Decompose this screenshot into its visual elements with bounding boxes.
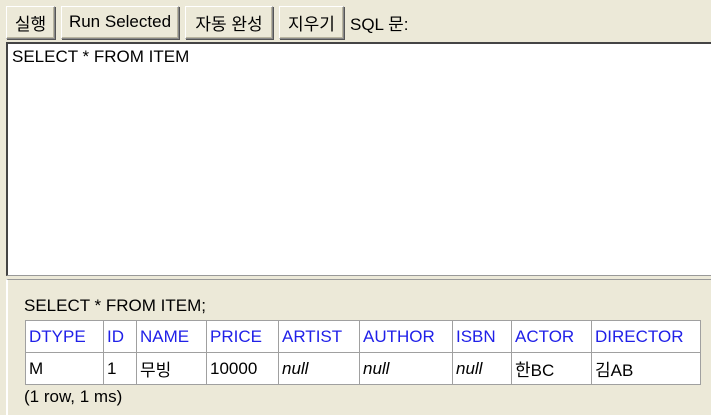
column-header-dtype[interactable]: DTYPE [25,320,104,353]
column-header-id[interactable]: ID [103,320,137,353]
cell-artist: null [278,352,360,385]
result-panel: SELECT * FROM ITEM; DTYPE ID NAME PRICE … [6,279,711,415]
column-header-price[interactable]: PRICE [206,320,279,353]
cell-director: 김AB [591,352,701,385]
cell-actor: 한BC [511,352,592,385]
h2-console-window: 실행 Run Selected 자동 완성 지우기 SQL 문: SELECT … [0,0,711,415]
result-summary: (1 row, 1 ms) [24,387,123,406]
column-header-director[interactable]: DIRECTOR [591,320,701,353]
column-header-artist[interactable]: ARTIST [278,320,360,353]
sql-statement-label: SQL 문: [350,14,409,34]
header-row: DTYPE ID NAME PRICE ARTIST AUTHOR ISBN A… [25,320,701,353]
cell-id: 1 [103,352,137,385]
table-row: M 1 무빙 10000 null null null 한BC 김AB [25,352,701,385]
cell-isbn: null [452,352,512,385]
toolbar: 실행 Run Selected 자동 완성 지우기 SQL 문: [6,5,408,39]
run-button[interactable]: 실행 [6,5,55,39]
cell-author: null [359,352,453,385]
sql-editor[interactable]: SELECT * FROM ITEM [6,42,711,276]
executed-query: SELECT * FROM ITEM; [24,296,206,315]
cell-name: 무빙 [136,352,207,385]
autocomplete-button[interactable]: 자동 완성 [185,5,273,39]
cell-dtype: M [25,352,104,385]
clear-button[interactable]: 지우기 [279,5,344,39]
column-header-isbn[interactable]: ISBN [452,320,512,353]
column-header-name[interactable]: NAME [136,320,207,353]
column-header-author[interactable]: AUTHOR [359,320,453,353]
result-table: DTYPE ID NAME PRICE ARTIST AUTHOR ISBN A… [25,320,701,385]
run-selected-button[interactable]: Run Selected [61,5,179,39]
column-header-actor[interactable]: ACTOR [511,320,592,353]
cell-price: 10000 [206,352,279,385]
